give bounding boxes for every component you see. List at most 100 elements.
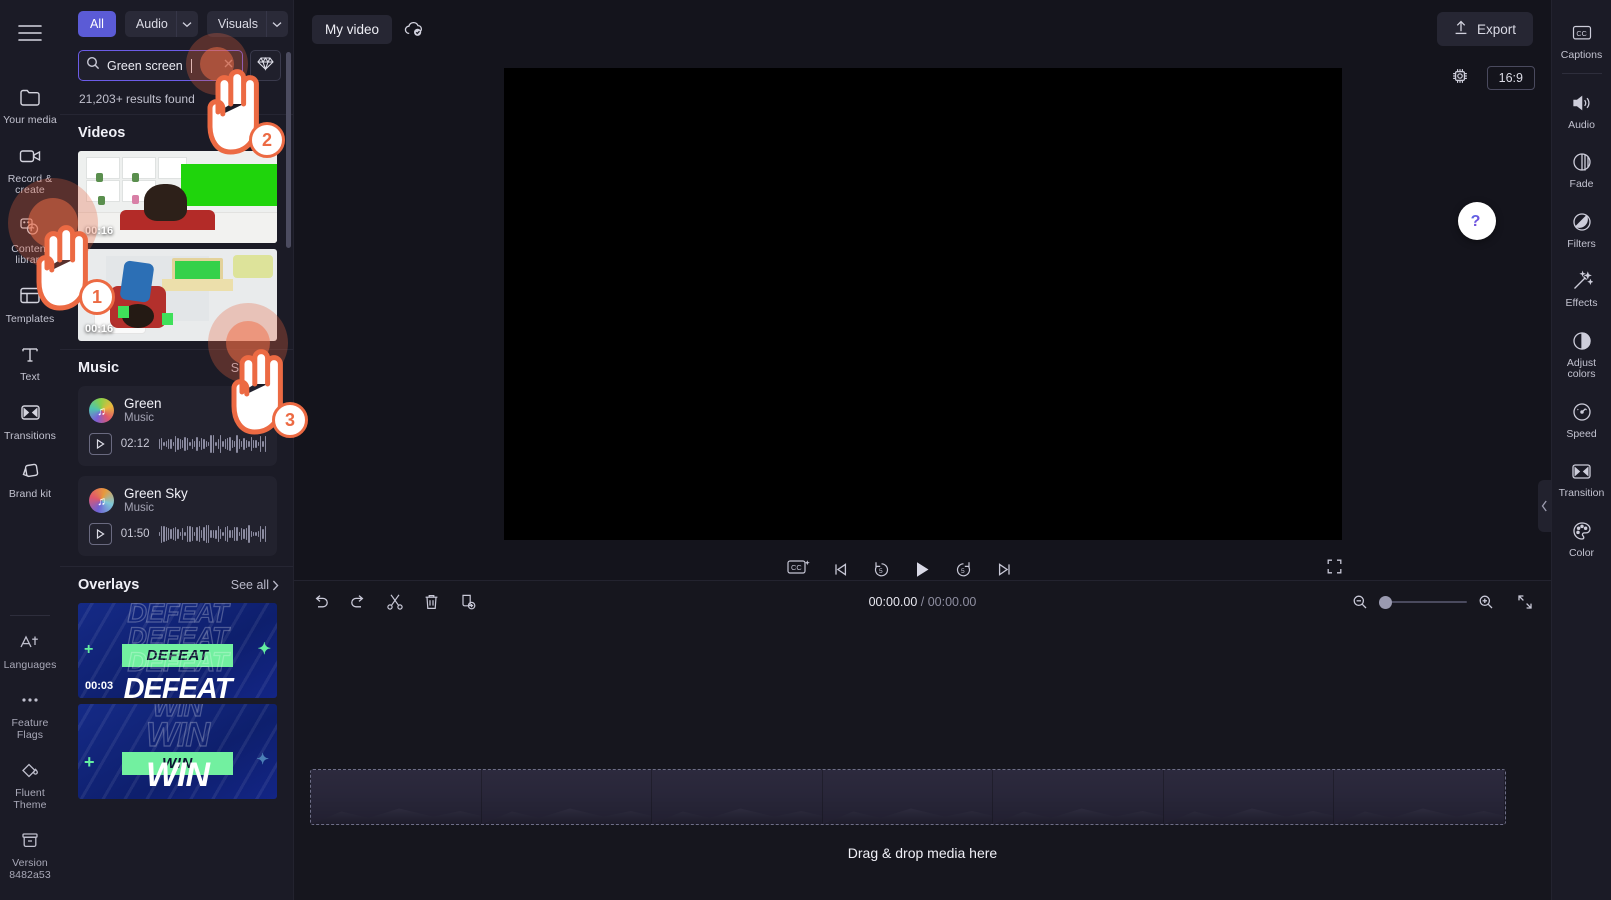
- right-rail-item-effects[interactable]: Effects: [1552, 258, 1611, 318]
- search-input[interactable]: Green screen: [78, 50, 243, 81]
- timeline-tracks-area[interactable]: Drag & drop media here: [294, 623, 1551, 900]
- duplicate-button[interactable]: [459, 593, 477, 611]
- waveform-bar: [226, 438, 229, 450]
- waveform-bar: [200, 529, 203, 539]
- transition-icon: [1570, 458, 1593, 484]
- results-count: 21,203+ results found: [79, 92, 195, 106]
- undo-button[interactable]: [312, 594, 330, 610]
- panel-scrollbar[interactable]: [286, 52, 291, 248]
- chevron-down-icon[interactable]: [265, 11, 288, 37]
- sidebar-item-languages[interactable]: Languages: [0, 620, 60, 679]
- sidebar-item-your-media[interactable]: Your media: [0, 75, 60, 134]
- sidebar-item-transitions[interactable]: Transitions: [0, 391, 60, 450]
- help-button[interactable]: ?: [1458, 202, 1496, 240]
- music-play-button[interactable]: [89, 433, 112, 455]
- section-header-videos: Videos: [60, 114, 293, 151]
- chevron-down-icon[interactable]: [175, 11, 198, 37]
- zoom-out-button[interactable]: [1352, 594, 1368, 610]
- project-name-field[interactable]: My video: [312, 14, 393, 44]
- search-clear-button[interactable]: [222, 57, 235, 75]
- left-navigation-rail: Your media Record & create Content libra…: [0, 0, 60, 900]
- waveform-bar: [215, 529, 217, 539]
- premium-filter-button[interactable]: [250, 50, 281, 81]
- right-rail-item-fade[interactable]: Fade: [1552, 139, 1611, 199]
- waveform-bar: [250, 436, 252, 452]
- right-rail-item-adjust-colors[interactable]: Adjust colors: [1552, 318, 1611, 389]
- sidebar-item-version[interactable]: Version 8482a53: [0, 818, 60, 888]
- sidebar-item-content-library[interactable]: Content library: [0, 204, 60, 274]
- slider-track: [1379, 601, 1467, 603]
- overlay-thumbnail-2[interactable]: WIN WIN WIN WIN + ✦: [78, 704, 277, 799]
- aspect-ratio-button[interactable]: 16:9: [1486, 66, 1535, 90]
- cloud-saved-icon[interactable]: [403, 20, 425, 38]
- music-play-button[interactable]: [89, 523, 112, 545]
- waveform-bar: [248, 525, 250, 543]
- forward-5-button[interactable]: 5: [954, 560, 973, 579]
- sidebar-item-feature-flags[interactable]: Feature Flags: [0, 678, 60, 748]
- music-list-item[interactable]: ♫ Green Music 02:12: [78, 386, 277, 466]
- right-rail-item-captions[interactable]: CC Captions: [1552, 10, 1611, 70]
- overlay-duration: 00:03: [85, 680, 114, 692]
- waveform-bar: [231, 440, 234, 448]
- rewind-5-button[interactable]: 5: [872, 560, 891, 579]
- waveform-bar: [177, 529, 179, 539]
- timeline-drop-placeholder[interactable]: [310, 769, 1506, 825]
- music-list-item[interactable]: ♫ Green Sky Music 01:50: [78, 476, 277, 556]
- waveform-bar: [262, 440, 264, 448]
- video-thumbnail-2[interactable]: 00:16: [78, 249, 277, 341]
- music-waveform: [158, 525, 266, 543]
- music-duration: 01:50: [120, 528, 150, 540]
- sidebar-item-text[interactable]: Text: [0, 332, 60, 391]
- waveform-bar: [243, 438, 245, 450]
- slider-knob[interactable]: [1379, 595, 1392, 609]
- waveform-bar: [217, 526, 219, 542]
- hamburger-menu-icon[interactable]: [11, 18, 49, 53]
- right-rail-label: Speed: [1566, 427, 1597, 440]
- sidebar-item-fluent-theme[interactable]: Fluent Theme: [0, 748, 60, 818]
- right-rail-item-audio[interactable]: Audio: [1552, 80, 1611, 140]
- time-separator: /: [917, 595, 928, 609]
- waveform-bar: [198, 441, 200, 447]
- fullscreen-button[interactable]: [1326, 558, 1343, 580]
- waveform-bar: [252, 532, 255, 536]
- split-button[interactable]: [386, 593, 404, 611]
- fit-timeline-button[interactable]: [1517, 594, 1533, 610]
- video-preview-wrapper: [294, 58, 1551, 540]
- see-all-music-link[interactable]: See all: [231, 361, 279, 375]
- chip-settings-icon[interactable]: [1451, 67, 1469, 90]
- filter-chip-visuals[interactable]: Visuals: [206, 11, 266, 37]
- waveform-bar: [238, 439, 241, 449]
- filter-chip-all[interactable]: All: [78, 11, 116, 37]
- right-rail-item-color[interactable]: Color: [1552, 508, 1611, 568]
- right-rail-item-filters[interactable]: Filters: [1552, 199, 1611, 259]
- sidebar-item-record-create[interactable]: Record & create: [0, 134, 60, 204]
- waveform-bar: [236, 527, 238, 541]
- skip-to-start-button[interactable]: [832, 561, 849, 578]
- panel-header: All Audio Visuals Green screen 21,203+ r…: [60, 0, 293, 106]
- redo-button[interactable]: [349, 594, 367, 610]
- sidebar-item-templates[interactable]: Templates: [0, 274, 60, 333]
- waveform-bar: [203, 438, 205, 450]
- video-preview-canvas[interactable]: [503, 68, 1342, 540]
- zoom-in-button[interactable]: [1478, 594, 1494, 610]
- see-all-overlays-link[interactable]: See all: [231, 578, 279, 592]
- play-button[interactable]: [914, 560, 931, 579]
- right-rail-item-transition[interactable]: Transition: [1552, 448, 1611, 508]
- waveform-bar: [186, 526, 189, 542]
- section-title: Overlays: [78, 577, 140, 593]
- collapse-right-panel-button[interactable]: [1538, 480, 1551, 532]
- sidebar-item-brand-kit[interactable]: Brand kit: [0, 449, 60, 508]
- filters-icon: [1571, 209, 1593, 235]
- timeline-zoom-slider[interactable]: [1379, 595, 1467, 609]
- panel-scroll-area[interactable]: Videos 00:16 00:16 Music See all ♫ Green…: [60, 114, 293, 900]
- speaker-icon: [1570, 90, 1594, 116]
- skip-to-end-button[interactable]: [996, 561, 1013, 578]
- export-button[interactable]: Export: [1436, 12, 1533, 46]
- overlay-thumbnail-1[interactable]: DEFEAT DEFEAT DEFEAT DEFEAT DEFEAT + ✦ 0…: [78, 603, 277, 698]
- music-subtitle: Music: [124, 502, 155, 514]
- right-rail-item-speed[interactable]: Speed: [1552, 389, 1611, 449]
- delete-button[interactable]: [423, 593, 440, 611]
- video-thumbnail-1[interactable]: 00:16: [78, 151, 277, 243]
- filter-chip-audio[interactable]: Audio: [124, 11, 176, 37]
- captions-button[interactable]: CC: [786, 557, 812, 582]
